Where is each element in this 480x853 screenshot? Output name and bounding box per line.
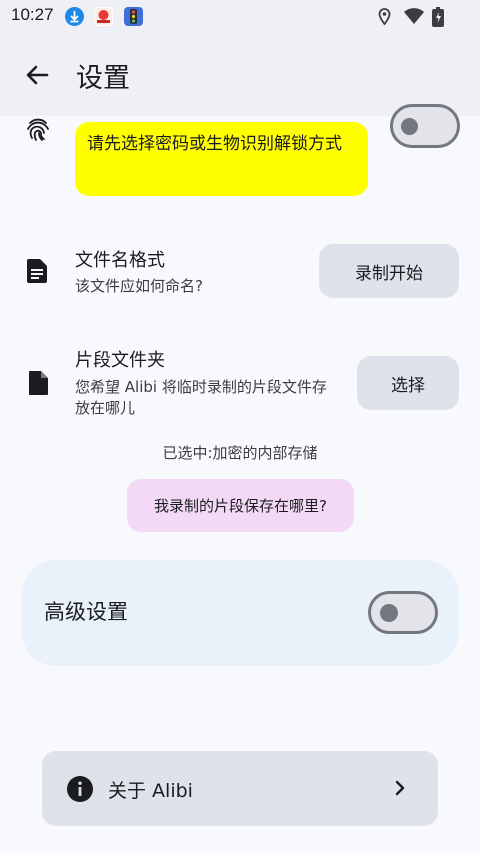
traffic-light-icon [124,7,143,26]
where-saved-help-button[interactable]: 我录制的片段保存在哪里? [127,479,354,532]
advanced-settings-card[interactable]: 高级设置 [22,560,459,666]
about-label: 关于 Alibi [108,780,193,802]
choose-folder-button[interactable]: 选择 [357,356,459,410]
biometric-toggle[interactable] [390,104,460,148]
biometric-toggle-knob [401,118,418,135]
filename-format-subtitle: 该文件应如何命名? [75,277,203,295]
fingerprint-icon [24,116,52,144]
download-icon [65,7,84,26]
status-bar: 10:27 [0,0,480,32]
chevron-right-icon [390,778,410,798]
location-icon [376,7,393,26]
arrow-left-icon[interactable] [22,60,52,90]
recording-start-button[interactable]: 录制开始 [319,244,459,298]
clip-folder-subtitle: 您希望 Alibi 将临时录制的片段文件存放在哪儿 [75,378,327,417]
about-alibi-card[interactable]: 关于 Alibi [42,751,438,826]
wifi-icon [403,7,425,26]
document-icon [23,257,51,285]
biometric-hint-tooltip: 请先选择密码或生物识别解锁方式 [75,122,368,196]
app-badge-icon [94,7,113,26]
clip-folder-title: 片段文件夹 [75,350,165,371]
advanced-settings-label: 高级设置 [44,600,128,624]
page-title: 设置 [76,63,130,94]
info-icon [66,775,94,803]
selected-storage-text: 已选中:加密的内部存储 [162,444,318,462]
battery-charging-icon [432,7,444,27]
file-icon [24,369,52,397]
advanced-settings-toggle[interactable] [368,591,438,634]
advanced-toggle-knob [380,604,398,622]
status-time: 10:27 [11,5,54,24]
filename-format-title: 文件名格式 [75,250,165,271]
